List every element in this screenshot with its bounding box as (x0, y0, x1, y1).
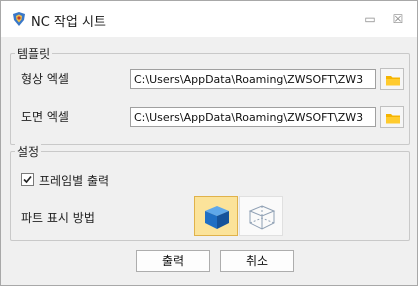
frame-output-label: 프레임별 출력 (39, 174, 110, 188)
template-group: 템플릿 형상 엑셀 C:\Users\AppData\Roaming\ZWSOF… (10, 45, 410, 145)
shaded-cube-icon (205, 206, 229, 229)
close-icon[interactable]: ☒ (391, 13, 405, 25)
shape-excel-browse-button[interactable] (380, 68, 404, 90)
folder-icon (386, 114, 400, 124)
drawing-excel-path-input[interactable]: C:\Users\AppData\Roaming\ZWSOFT\ZW3 (130, 107, 376, 127)
drawing-excel-label: 도면 엑셀 (21, 110, 69, 124)
checkmark-icon (23, 175, 32, 184)
frame-output-checkbox[interactable] (21, 173, 34, 186)
shaded-display-button[interactable] (194, 196, 238, 236)
wireframe-cube-icon (248, 205, 276, 230)
cancel-button[interactable]: 취소 (220, 250, 294, 272)
drawing-excel-browse-button[interactable] (380, 106, 404, 128)
title-bar: NC 작업 시트 ▭ ☒ (1, 1, 417, 37)
settings-group: 설정 프레임별 출력 파트 표시 방법 (10, 143, 410, 241)
part-display-label: 파트 표시 방법 (21, 211, 95, 225)
shape-excel-label: 형상 엑셀 (21, 72, 69, 86)
wireframe-display-button[interactable] (239, 196, 283, 236)
output-button[interactable]: 출력 (136, 250, 210, 272)
settings-group-title: 설정 (15, 143, 42, 160)
restore-icon[interactable]: ▭ (363, 13, 377, 25)
folder-icon (386, 76, 400, 86)
nc-worksheet-dialog: NC 작업 시트 ▭ ☒ 템플릿 형상 엑셀 C:\Users\AppData\… (0, 0, 418, 286)
template-group-title: 템플릿 (15, 45, 53, 62)
app-icon (11, 11, 27, 27)
window-title: NC 작업 시트 (31, 15, 106, 30)
shape-excel-path-input[interactable]: C:\Users\AppData\Roaming\ZWSOFT\ZW3 (130, 69, 376, 89)
